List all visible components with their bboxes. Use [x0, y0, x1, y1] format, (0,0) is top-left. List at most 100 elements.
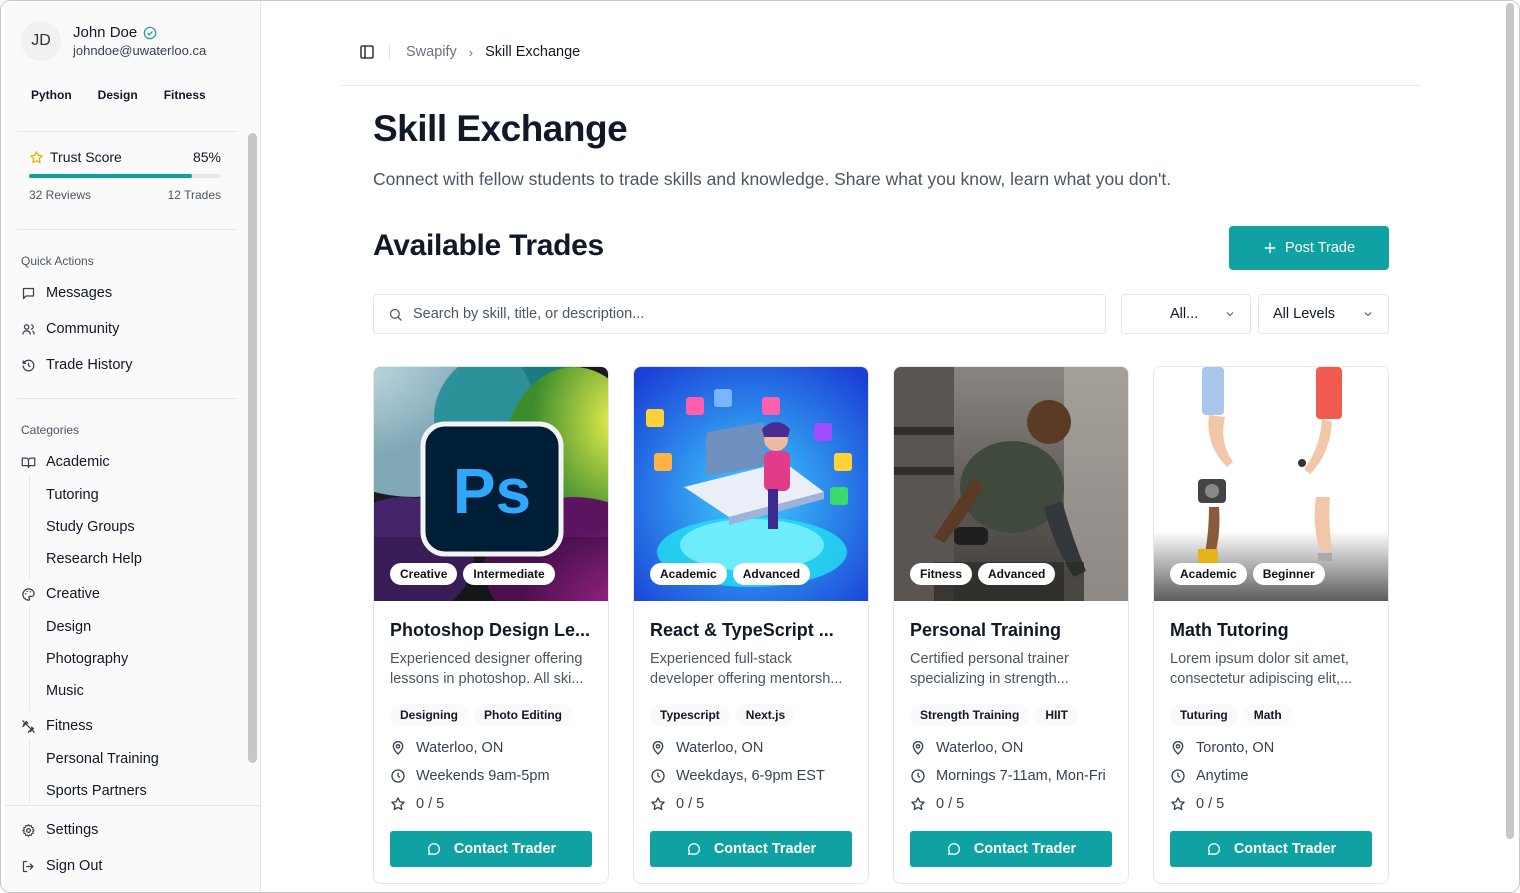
page-scrollbar-thumb[interactable] — [1506, 3, 1514, 839]
trust-score-value: 85% — [192, 149, 221, 165]
sidebar: JD John Doe johndoe@uwaterloo.ca Python … — [5, 1, 261, 892]
chevron-down-icon — [1226, 312, 1234, 317]
message-square-icon — [22, 287, 35, 299]
chevron-right-icon: › — [468, 44, 474, 60]
nav-label: Trade History — [46, 357, 133, 373]
post-trade-label: Post Trade — [1284, 240, 1356, 256]
chevron-down-icon — [1364, 312, 1372, 317]
user-skill-tags: Python Design Fitness — [21, 84, 216, 106]
page-title: Skill Exchange — [373, 108, 628, 149]
contact-trader-button[interactable]: Contact Trader — [910, 831, 1112, 867]
rating-text: 0 / 5 — [1196, 796, 1225, 812]
rating-text: 0 / 5 — [936, 796, 965, 812]
skill-tag: Next.js — [735, 704, 796, 726]
card-rating: 0 / 5 — [1170, 796, 1224, 812]
sidebar-toggle-icon[interactable] — [359, 44, 375, 60]
nav-settings[interactable]: Settings — [21, 822, 98, 838]
skill-tag: Design — [87, 84, 148, 106]
card-image: Ps Creative Intermediate — [374, 367, 608, 601]
subcategory-music[interactable]: Music — [46, 683, 84, 699]
subcategory-personal-training[interactable]: Personal Training — [46, 751, 159, 767]
skill-tag: HIIT — [1035, 704, 1079, 726]
nav-label: Settings — [46, 822, 99, 838]
category-fitness[interactable]: Fitness — [21, 718, 93, 734]
header-divider — [341, 85, 1421, 86]
quick-actions-title: Quick Actions — [21, 254, 94, 268]
card-description-line: lessons in photoshop. All ski... — [390, 671, 584, 687]
skill-tag: Python — [21, 84, 82, 106]
card-image: Academic Beginner — [1154, 367, 1388, 601]
book-open-icon — [21, 457, 36, 468]
clock-icon — [911, 769, 925, 783]
nav-messages[interactable]: Messages — [21, 285, 112, 301]
nav-label: Creative — [46, 586, 100, 602]
message-circle-icon — [687, 843, 700, 855]
level-badge: Advanced — [978, 563, 1056, 585]
sidebar-footer: Settings Sign Out — [5, 805, 261, 892]
map-pin-icon — [912, 741, 924, 755]
nav-trade-history[interactable]: Trade History — [21, 357, 132, 373]
card-description: Lorem ipsum dolor sit amet, consectetur a… — [1170, 649, 1376, 689]
star-icon — [30, 150, 43, 163]
card-location: Waterloo, ON — [650, 740, 763, 756]
trade-card[interactable]: Fitness Advanced Personal Training Certi… — [893, 366, 1129, 884]
user-profile[interactable]: JD John Doe johndoe@uwaterloo.ca — [21, 21, 206, 61]
nav-community[interactable]: Community — [21, 321, 119, 337]
trust-progress-bar — [29, 174, 221, 178]
sidebar-scrollbar[interactable] — [248, 133, 257, 763]
trade-card[interactable]: Academic Beginner Math Tutoring Lorem ip… — [1153, 366, 1389, 884]
subcategory-design[interactable]: Design — [46, 619, 91, 635]
location-text: Toronto, ON — [1196, 740, 1275, 756]
avatar: JD — [21, 21, 61, 61]
page-description: Connect with fellow students to trade sk… — [373, 169, 1172, 189]
nav-sign-out[interactable]: Sign Out — [21, 858, 102, 874]
rating-text: 0 / 5 — [676, 796, 705, 812]
contact-trader-label: Contact Trader — [713, 841, 817, 857]
location-text: Waterloo, ON — [676, 740, 764, 756]
map-pin-icon — [652, 741, 664, 755]
contact-trader-button[interactable]: Contact Trader — [390, 831, 592, 867]
trade-card[interactable]: Academic Advanced React & TypeScript ...… — [633, 366, 869, 884]
card-title: React & TypeScript ... — [650, 620, 834, 640]
search-input[interactable] — [413, 306, 1063, 322]
level-select[interactable]: All Levels — [1258, 294, 1389, 334]
clock-icon — [1171, 769, 1185, 783]
star-icon — [391, 797, 405, 811]
schedule-text: Weekdays, 6-9pm EST — [676, 768, 825, 784]
nav-label: Academic — [46, 454, 110, 470]
log-out-icon — [22, 860, 34, 872]
breadcrumb-root[interactable]: Swapify — [406, 44, 457, 60]
subcategory-study-groups[interactable]: Study Groups — [46, 519, 135, 535]
category-select[interactable]: All... — [1121, 294, 1251, 334]
categories-title: Categories — [21, 423, 80, 437]
contact-trader-button[interactable]: Contact Trader — [650, 831, 852, 867]
trust-score-label: Trust Score — [50, 149, 122, 165]
card-description-line: Lorem ipsum dolor sit amet, — [1170, 651, 1349, 667]
subcategory-photography[interactable]: Photography — [46, 651, 128, 667]
trade-card[interactable]: Ps Creative Intermediate Photoshop Desig… — [373, 366, 609, 884]
card-description-line: Experienced full-stack — [650, 651, 792, 667]
schedule-text: Anytime — [1196, 768, 1249, 784]
dumbbell-icon — [22, 719, 35, 733]
card-description: Experienced designer offering lessons in … — [390, 649, 596, 689]
category-academic[interactable]: Academic — [21, 454, 110, 470]
subcategory-research-help[interactable]: Research Help — [46, 551, 142, 567]
card-description: Experienced full-stack developer offering… — [650, 649, 856, 689]
divider — [17, 229, 237, 230]
card-description-line: Experienced designer offering — [390, 651, 583, 667]
trades-count: 12 Trades — [167, 188, 221, 202]
trust-progress-fill — [29, 174, 193, 178]
contact-trader-label: Contact Trader — [1233, 841, 1337, 857]
contact-trader-button[interactable]: Contact Trader — [1170, 831, 1372, 867]
sidebar-scroll-area[interactable]: Trust Score 85% 32 Reviews 12 Trades Qui… — [5, 131, 261, 803]
category-creative[interactable]: Creative — [21, 586, 100, 602]
contact-trader-label: Contact Trader — [453, 841, 557, 857]
card-location: Waterloo, ON — [910, 740, 1023, 756]
skill-tag: Strength Training — [910, 704, 1030, 726]
post-trade-button[interactable]: Post Trade — [1229, 226, 1389, 270]
message-circle-icon — [947, 843, 960, 855]
subcategory-sports-partners[interactable]: Sports Partners — [46, 783, 147, 799]
divider — [389, 43, 390, 61]
card-rating: 0 / 5 — [390, 796, 444, 812]
subcategory-tutoring[interactable]: Tutoring — [46, 487, 99, 503]
